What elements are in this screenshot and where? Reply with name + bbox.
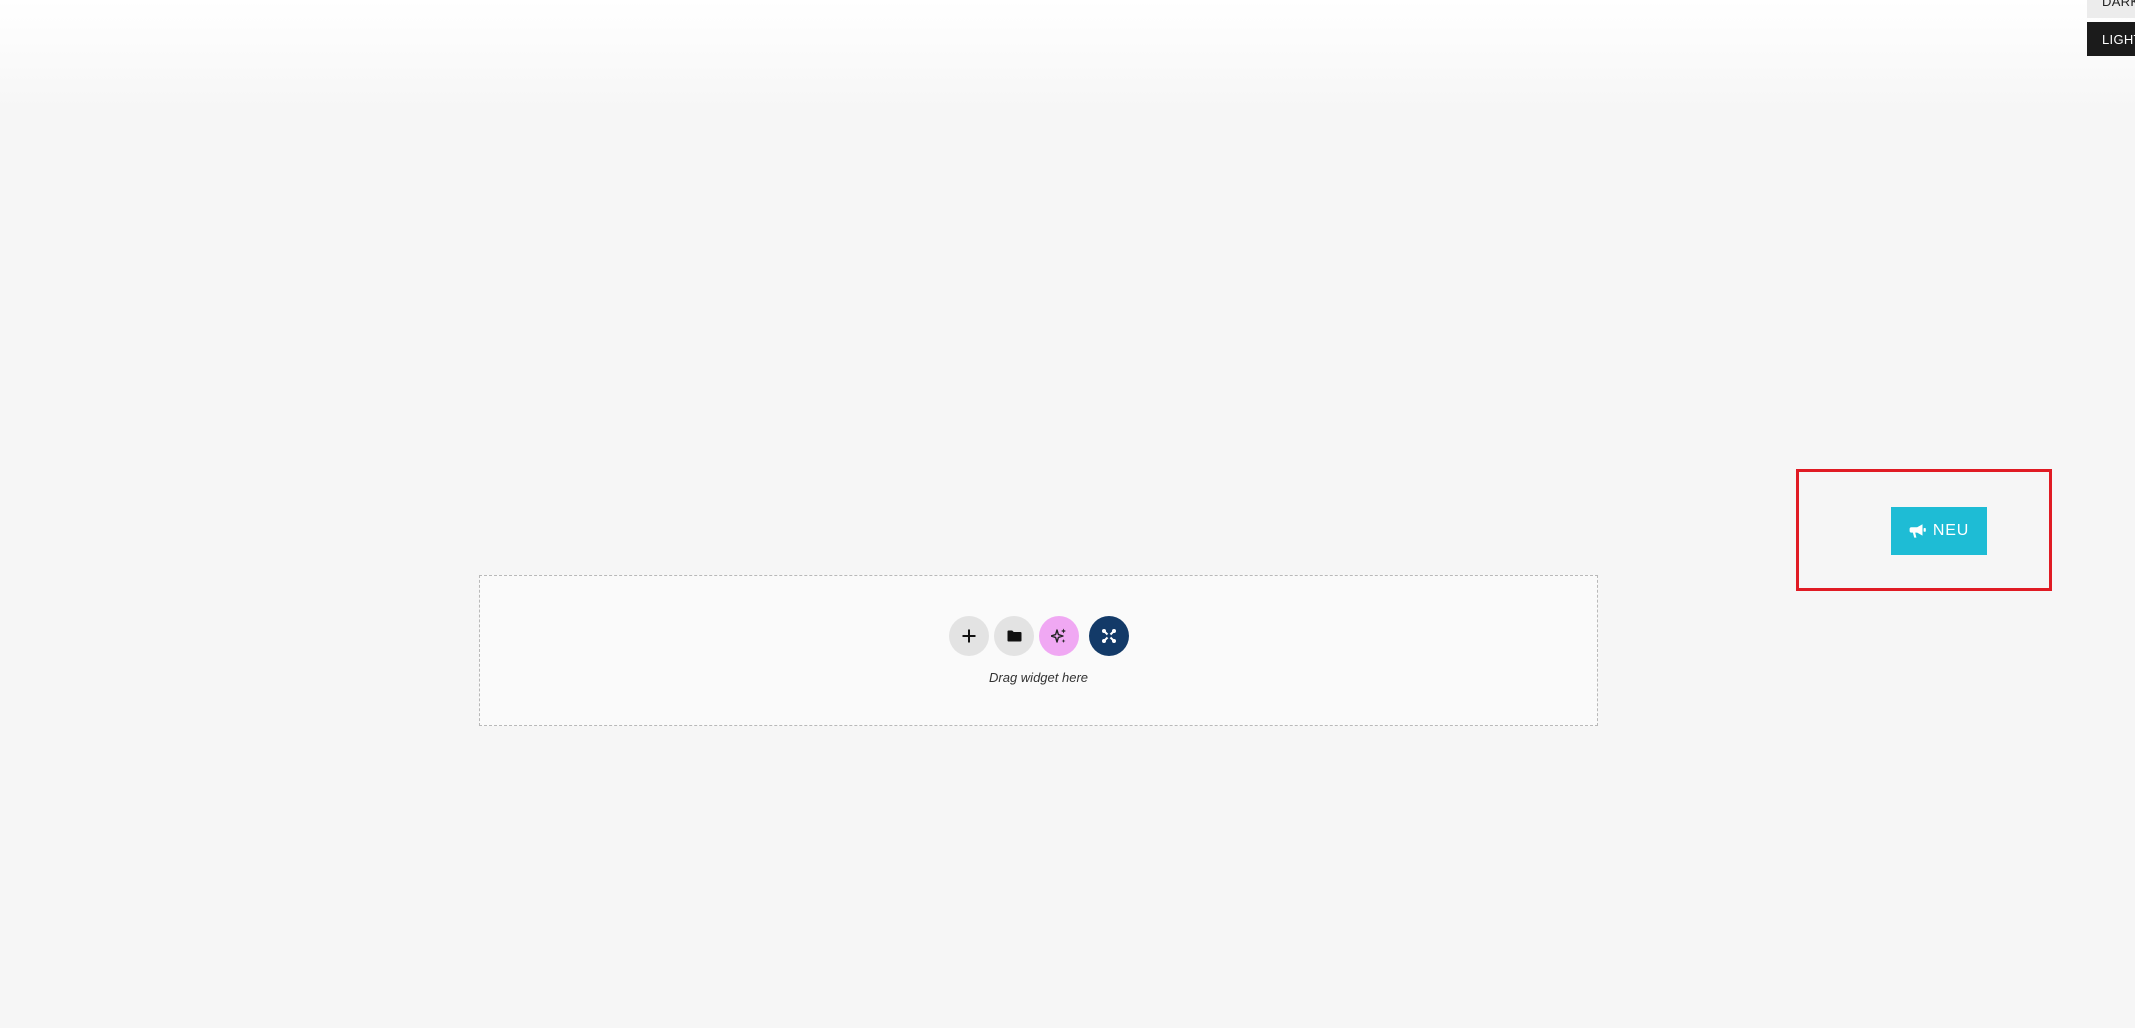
sparkles-icon [1051,628,1067,644]
theme-dark-button[interactable]: DARK [2087,0,2135,18]
ai-button[interactable] [1039,616,1079,656]
templates-button[interactable] [994,616,1034,656]
plus-icon [962,629,976,643]
plugin-logo-icon [1101,628,1117,644]
theme-light-button[interactable]: LIGHT [2087,22,2135,56]
folder-icon [1007,630,1022,642]
plugin-button[interactable] [1089,616,1129,656]
neu-announcement-button[interactable]: NEU [1891,507,1987,555]
theme-switch: DARK LIGHT [2087,0,2135,58]
megaphone-icon [1909,523,1927,539]
drop-zone-hint: Drag widget here [989,670,1088,685]
neu-button-label: NEU [1932,522,1970,539]
add-section-button[interactable] [949,616,989,656]
drop-zone-toolbar [949,616,1129,656]
widget-drop-zone[interactable]: Drag widget here [479,575,1598,726]
